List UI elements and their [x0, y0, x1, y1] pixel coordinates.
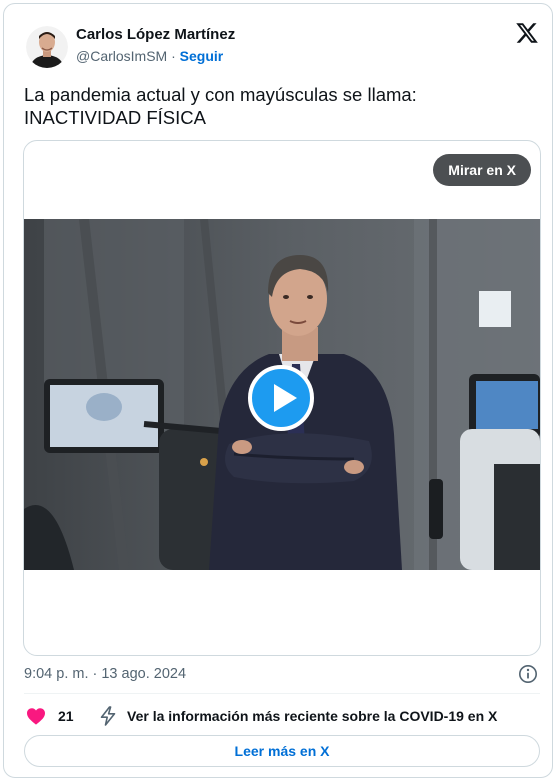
covid-info-link[interactable]: Ver la información más reciente sobre la… — [99, 704, 497, 728]
media-container[interactable]: Mirar en X — [23, 140, 541, 656]
like-button[interactable]: 21 — [26, 704, 74, 728]
avatar[interactable] — [26, 26, 68, 68]
author-handle-line: @CarlosImSM · Seguir — [76, 48, 223, 64]
tweet-embed-card[interactable]: Carlos López Martínez @CarlosImSM · Segu… — [3, 3, 553, 778]
tweet-text: La pandemia actual y con mayúsculas se l… — [24, 83, 534, 129]
timestamp[interactable]: 9:04 p. m. · 13 ago. 2024 — [24, 666, 186, 682]
tweet-text-line: La pandemia actual y con mayúsculas se l… — [24, 84, 417, 105]
info-icon[interactable] — [518, 664, 538, 684]
follow-button[interactable]: Seguir — [180, 48, 224, 64]
video-thumbnail[interactable] — [24, 219, 540, 570]
play-icon[interactable] — [248, 365, 314, 431]
author-handle[interactable]: @CarlosImSM — [76, 48, 167, 64]
heart-icon — [27, 708, 45, 725]
tweet-text-line: INACTIVIDAD FÍSICA — [24, 107, 206, 128]
separator: · — [171, 48, 176, 64]
like-count: 21 — [58, 708, 74, 724]
divider — [24, 693, 540, 694]
x-logo-icon[interactable] — [515, 21, 539, 45]
read-more-button[interactable]: Leer más en X — [24, 735, 540, 767]
bolt-icon — [100, 706, 116, 726]
covid-info-label: Ver la información más reciente sobre la… — [127, 708, 498, 724]
watch-on-x-button[interactable]: Mirar en X — [433, 154, 531, 186]
author-name[interactable]: Carlos López Martínez — [76, 26, 235, 43]
